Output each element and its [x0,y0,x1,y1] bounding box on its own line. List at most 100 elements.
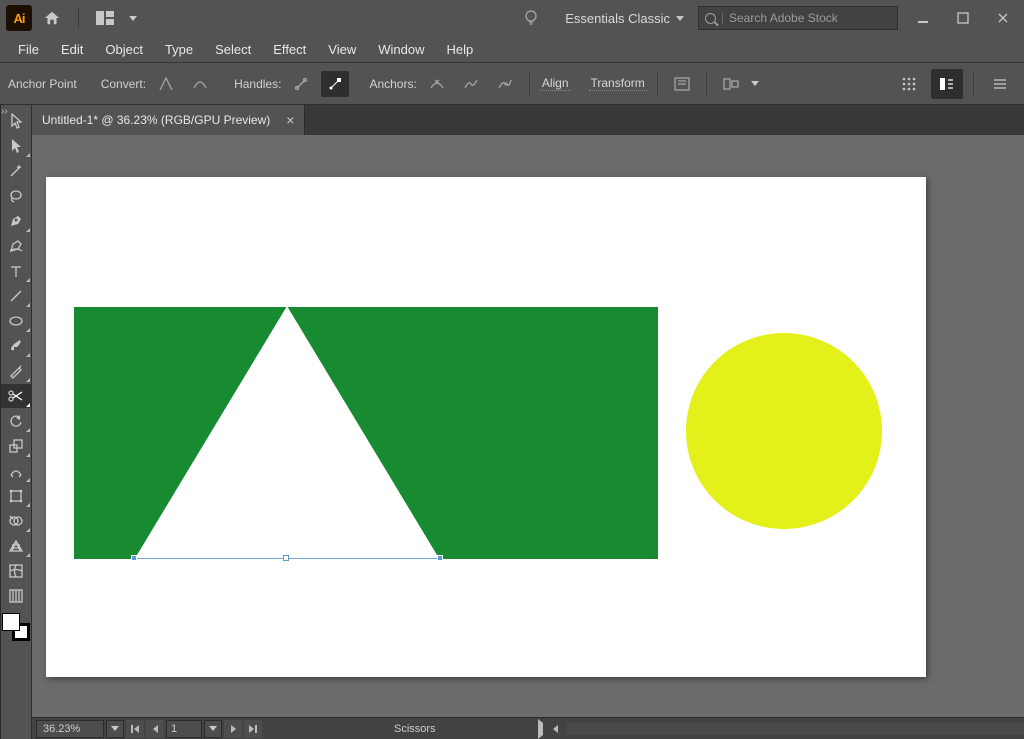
separator [973,72,974,96]
search-placeholder: Search Adobe Stock [729,11,838,25]
connect-anchor-button[interactable] [457,71,485,97]
chevron-down-icon[interactable] [751,81,759,86]
scissors-tool[interactable] [1,384,31,408]
last-artboard-button[interactable] [244,720,262,738]
workspace-switcher[interactable]: Essentials Classic [555,7,694,30]
pen-tool[interactable] [1,209,31,233]
anchor-handle[interactable] [437,555,443,561]
grid-options-button[interactable] [893,69,925,99]
arrange-documents-button[interactable] [89,3,121,33]
cut-path-button[interactable] [491,71,519,97]
next-artboard-button[interactable] [224,720,242,738]
menu-type[interactable]: Type [155,38,203,61]
anchor-handle[interactable] [131,555,137,561]
lasso-tool[interactable] [1,184,31,208]
artboard-area[interactable] [32,135,1024,717]
type-tool[interactable] [1,259,31,283]
scale-tool[interactable] [1,434,31,458]
show-handles-button[interactable] [287,71,315,97]
menu-file[interactable]: File [8,38,49,61]
menu-bar: File Edit Object Type Select Effect View… [0,36,1024,63]
align-link[interactable]: Align [540,76,571,91]
document-tab[interactable]: Untitled-1* @ 36.23% (RGB/GPU Preview) × [32,105,305,135]
close-tab-button[interactable]: × [286,112,294,128]
hide-handles-button[interactable] [321,71,349,97]
magic-wand-tool[interactable] [1,159,31,183]
canvas-scroll[interactable] [32,135,1024,717]
home-button[interactable] [36,3,68,33]
convert-corner-button[interactable] [152,71,180,97]
zoom-value: 36.23% [43,723,80,735]
remove-anchor-button[interactable] [423,71,451,97]
menu-view[interactable]: View [318,38,366,61]
chevron-down-icon[interactable] [129,16,137,21]
menu-object[interactable]: Object [95,38,153,61]
fill-swatch[interactable] [2,613,20,631]
zoom-field[interactable]: 36.23% [36,720,104,738]
transform-link[interactable]: Transform [589,76,647,91]
yellow-circle-shape[interactable] [686,333,882,529]
status-bar: 36.23% 1 Scissors [32,717,1024,739]
separator [722,12,723,24]
menu-effect[interactable]: Effect [263,38,316,61]
workspace-label: Essentials Classic [565,11,670,26]
curvature-tool[interactable] [1,234,31,258]
anchors-label: Anchors: [369,77,416,91]
prev-artboard-button[interactable] [146,720,164,738]
app-logo-text: Ai [14,11,25,26]
chevron-down-icon [209,726,217,731]
anchor-handle[interactable] [283,555,289,561]
snap-options-button[interactable] [931,69,963,99]
fill-stroke-swatch[interactable] [2,613,30,641]
chevron-down-icon [676,16,684,21]
line-tool[interactable] [1,284,31,308]
stock-search-field[interactable]: Search Adobe Stock [698,6,898,30]
panel-menu-button[interactable] [984,69,1016,99]
separator [657,72,658,96]
menu-window[interactable]: Window [368,38,434,61]
work-area: ›› Untitled-1* @ 36.23% (RGB/GPU Previe [0,105,1024,739]
selection-tool[interactable] [1,109,31,133]
free-transform-tool[interactable] [1,484,31,508]
menu-edit[interactable]: Edit [51,38,93,61]
tools-panel [1,105,32,739]
menu-select[interactable]: Select [205,38,261,61]
align-to-button[interactable] [717,71,745,97]
tab-title: Untitled-1* @ 36.23% (RGB/GPU Preview) [42,113,270,127]
search-icon [705,13,716,24]
horizontal-scrollbar[interactable] [567,723,1024,735]
pencil-tool[interactable] [1,359,31,383]
ellipse-tool[interactable] [1,309,31,333]
title-bar: Ai Essentials Classic Search Adobe Stock [0,0,1024,36]
minimize-button[interactable] [908,5,938,31]
artboard-number: 1 [171,723,177,735]
rotate-tool[interactable] [1,409,31,433]
paintbrush-tool[interactable] [1,334,31,358]
lightbulb-icon[interactable] [511,9,551,27]
direct-selection-tool[interactable] [1,134,31,158]
isolate-button[interactable] [668,71,696,97]
gradient-tool[interactable] [1,584,31,608]
chevron-down-icon [111,726,119,731]
first-artboard-button[interactable] [126,720,144,738]
control-bar: Anchor Point Convert: Handles: Anchors: … [0,63,1024,105]
handles-label: Handles: [234,77,281,91]
shape-builder-tool[interactable] [1,509,31,533]
artboard[interactable] [46,177,926,677]
artboard-number-field[interactable]: 1 [166,720,202,738]
document-tab-bar: Untitled-1* @ 36.23% (RGB/GPU Preview) × [32,105,1024,135]
current-tool-label: Scissors [394,723,436,735]
convert-smooth-button[interactable] [186,71,214,97]
perspective-grid-tool[interactable] [1,534,31,558]
status-popup-button[interactable] [538,723,543,735]
document-area: Untitled-1* @ 36.23% (RGB/GPU Preview) × [32,105,1024,739]
zoom-dropdown[interactable] [106,720,124,738]
mesh-tool[interactable] [1,559,31,583]
convert-label: Convert: [101,77,146,91]
menu-help[interactable]: Help [436,38,483,61]
close-button[interactable] [988,5,1018,31]
width-tool[interactable] [1,459,31,483]
maximize-button[interactable] [948,5,978,31]
scroll-left-button[interactable] [547,720,565,738]
artboard-dropdown[interactable] [204,720,222,738]
